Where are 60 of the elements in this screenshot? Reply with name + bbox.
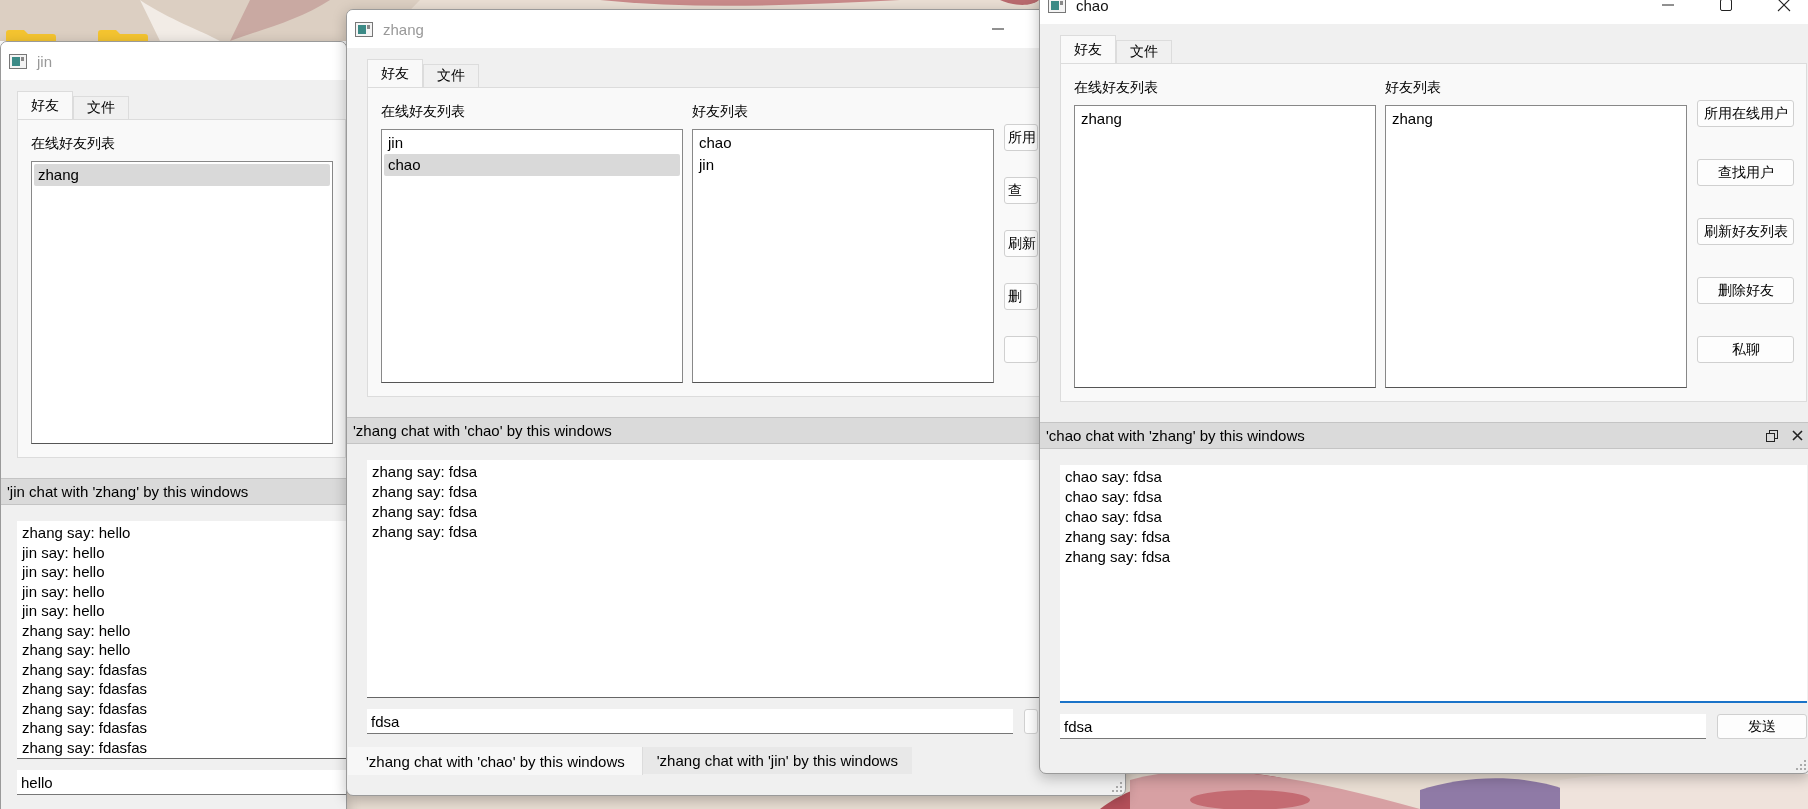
action-button[interactable]: 刷新好友列表: [1697, 218, 1794, 245]
action-button[interactable]: 删: [1004, 283, 1038, 310]
window-title: jin: [37, 52, 53, 70]
message-input[interactable]: fdsa: [1060, 714, 1706, 739]
message-input[interactable]: fdsa: [367, 709, 1013, 734]
chat-message: chao say: fdsa: [1065, 467, 1162, 487]
tab[interactable]: 好友: [17, 91, 73, 119]
chat-message: zhang say: fdsa: [372, 502, 478, 522]
list-item[interactable]: jin: [695, 154, 991, 176]
chat-message: jin say: hello: [22, 562, 105, 582]
list-item[interactable]: zhang: [34, 164, 330, 186]
chat-message: zhang say: fdasfas: [22, 698, 148, 718]
list-item[interactable]: jin: [384, 132, 680, 154]
tab[interactable]: 文件: [73, 96, 129, 119]
chat-message: zhang say: fdsa: [1065, 547, 1171, 567]
list-label: 好友列表: [1385, 78, 1442, 96]
chat-message: zhang say: fdsa: [372, 462, 478, 482]
dock-title: 'zhang chat with 'chao' by this windows: [353, 422, 612, 439]
chat-message: zhang say: fdasfas: [22, 737, 148, 757]
chat-tab[interactable]: 'zhang chat with 'chao' by this windows: [348, 747, 643, 775]
action-button[interactable]: 私聊: [1697, 336, 1794, 363]
chat-message: jin say: hello: [22, 542, 105, 562]
chat-message: chao say: fdsa: [1065, 507, 1162, 527]
tab[interactable]: 文件: [423, 64, 479, 87]
list-item[interactable]: zhang: [1077, 108, 1373, 130]
action-button[interactable]: 查找用户: [1697, 159, 1794, 186]
chat-message: zhang say: fdasfas: [22, 659, 148, 679]
chat-message: jin say: hello: [22, 581, 105, 601]
list-label: 在线好友列表: [381, 102, 466, 120]
list-item[interactable]: chao: [695, 132, 991, 154]
action-button[interactable]: 刷新: [1004, 230, 1038, 257]
chat-message: jin say: hello: [22, 601, 105, 621]
chat-message: zhang say: fdsa: [1065, 527, 1171, 547]
chat-message: zhang say: hello: [22, 640, 131, 660]
chat-message: zhang say: fdasfas: [22, 679, 148, 699]
chat-message: zhang say: fdsa: [372, 482, 478, 502]
dock-title: 'jin chat with 'zhang' by this windows: [7, 483, 249, 500]
action-button[interactable]: 所用: [1004, 124, 1038, 151]
chat-message: zhang say: hello: [22, 620, 131, 640]
chat-message: zhang say: fdsa: [372, 522, 478, 542]
list-item[interactable]: zhang: [1388, 108, 1684, 130]
message-input[interactable]: hello: [17, 770, 346, 795]
list-label: 在线好友列表: [31, 134, 116, 152]
window-title: chao: [1076, 0, 1110, 14]
dock-title: 'chao chat with 'zhang' by this windows: [1046, 427, 1305, 444]
list-item[interactable]: chao: [384, 154, 680, 176]
action-button[interactable]: 删除好友: [1697, 277, 1794, 304]
chat-message: chao say: fdsa: [1065, 487, 1162, 507]
chat-message: zhang say: fdasfas: [22, 718, 148, 738]
list-label: 好友列表: [692, 102, 749, 120]
chat-message: zhang say: hello: [22, 523, 131, 543]
tab[interactable]: 好友: [1060, 35, 1116, 63]
send-button[interactable]: 发送: [1717, 714, 1807, 739]
action-button[interactable]: 查: [1004, 177, 1038, 204]
list-label: 在线好友列表: [1074, 78, 1159, 96]
action-button[interactable]: 所用在线用户: [1697, 100, 1794, 127]
window-title: zhang: [383, 20, 425, 38]
tab[interactable]: 好友: [367, 59, 423, 87]
tab[interactable]: 文件: [1116, 40, 1172, 63]
chat-tab[interactable]: 'zhang chat with 'jin' by this windows: [642, 747, 912, 774]
